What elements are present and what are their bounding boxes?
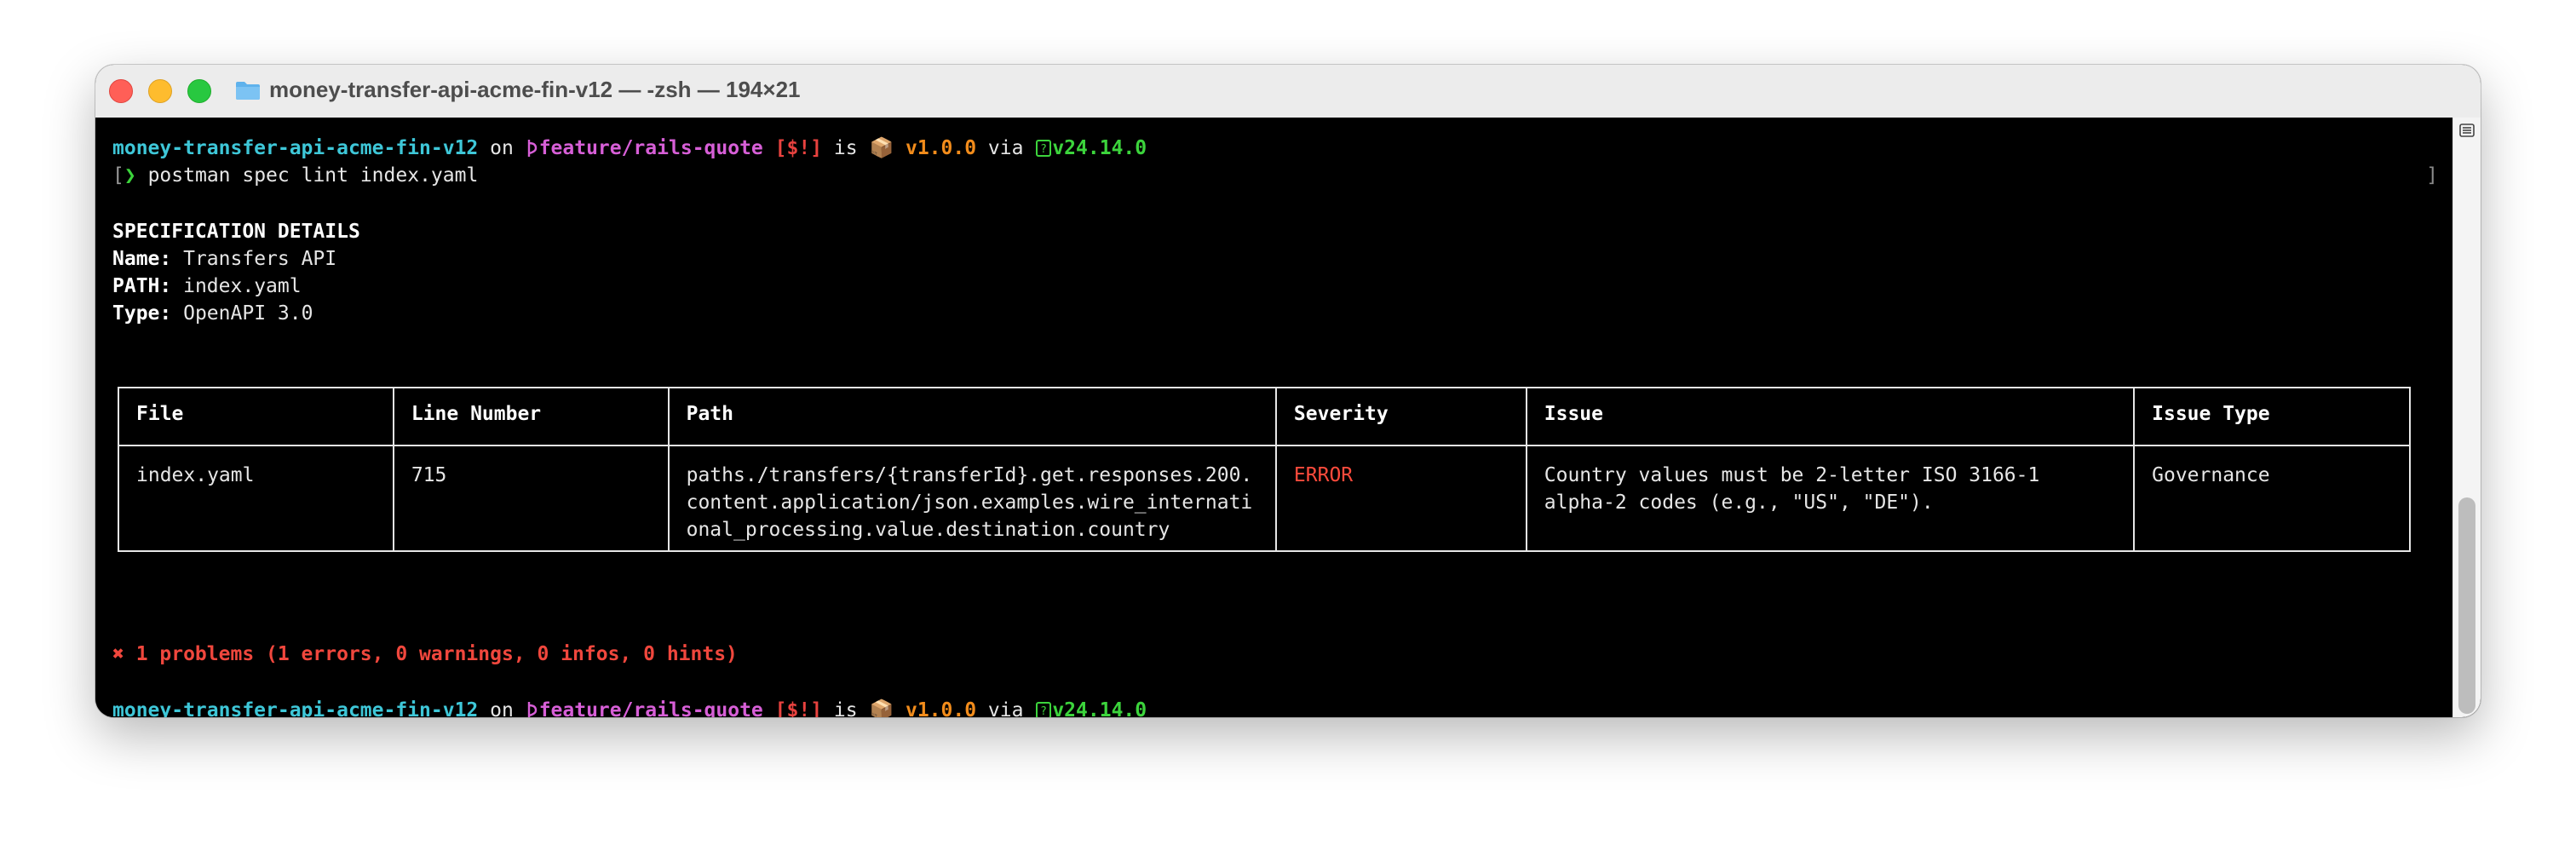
cell-path: paths./transfers/{transferId}.get.respon… — [667, 445, 1277, 552]
folder-icon — [236, 82, 260, 100]
prompt-via: via — [987, 699, 1024, 717]
terminal-content[interactable]: money-transfer-api-acme-fin-v12 on featu… — [95, 118, 2481, 717]
command-bracket-left: [ — [112, 164, 124, 187]
column-header-path: Path — [667, 387, 1277, 446]
close-button[interactable] — [109, 79, 133, 103]
svg-text:?: ? — [1040, 143, 1047, 156]
prompt-chevron: ❯ — [124, 164, 136, 187]
minimize-button[interactable] — [148, 79, 172, 103]
prompt-is: is — [833, 137, 858, 159]
prompt-on: on — [490, 699, 514, 717]
table-row: index.yaml 715 paths./transfers/{transfe… — [118, 445, 2411, 552]
scrollbar-thumb[interactable] — [2458, 497, 2475, 714]
command-text: postman spec lint index.yaml — [147, 164, 479, 187]
prompt-via: via — [987, 137, 1024, 159]
command-bracket-right: ] — [2426, 164, 2438, 187]
prompt-package-version: v1.0.0 — [905, 137, 977, 159]
column-header-file: File — [118, 387, 394, 446]
spec-heading: SPECIFICATION DETAILS — [112, 221, 360, 243]
vertical-scrollbar[interactable] — [2452, 118, 2481, 717]
title-bar[interactable]: money-transfer-api-acme-fin-v12 — -zsh —… — [95, 65, 2481, 118]
spec-type-label: Type: — [112, 302, 172, 325]
git-branch-icon — [527, 702, 537, 717]
command-line: [❯ postman spec lint index.yaml — [112, 162, 478, 189]
prompt-branch: feature/rails-quote — [538, 137, 763, 159]
cell-line-number: 715 — [392, 445, 670, 552]
nodejs-icon: ? — [1036, 702, 1052, 717]
git-branch-icon — [527, 140, 537, 157]
column-header-severity: Severity — [1274, 387, 1527, 446]
window-title: money-transfer-api-acme-fin-v12 — -zsh —… — [269, 77, 801, 102]
lint-results-table: File Line Number Path Severity Issue Iss… — [118, 387, 2411, 552]
prompt-line: money-transfer-api-acme-fin-v12 on featu… — [112, 135, 1147, 162]
problems-summary: ✖ 1 problems (1 errors, 0 warnings, 0 in… — [112, 643, 738, 665]
prompt-package-version: v1.0.0 — [905, 699, 977, 717]
prompt-branch: feature/rails-quote — [538, 699, 763, 717]
column-header-issue: Issue — [1525, 387, 2136, 446]
zoom-button[interactable] — [187, 79, 211, 103]
column-header-issue-type: Issue Type — [2133, 387, 2411, 446]
scrollbar-menu-icon[interactable] — [2459, 123, 2475, 138]
cell-file: index.yaml — [118, 445, 394, 552]
prompt-on: on — [490, 137, 514, 159]
prompt-node-version: v24.14.0 — [1052, 699, 1147, 717]
column-header-line-number: Line Number — [392, 387, 670, 446]
spec-type-row: Type: OpenAPI 3.0 — [112, 300, 313, 327]
prompt-directory: money-transfer-api-acme-fin-v12 — [112, 137, 479, 159]
prompt-line: money-transfer-api-acme-fin-v12 on featu… — [112, 697, 1147, 717]
spec-path-label: PATH: — [112, 275, 172, 297]
prompt-directory: money-transfer-api-acme-fin-v12 — [112, 699, 479, 717]
cell-severity: ERROR — [1274, 445, 1527, 552]
nodejs-icon: ? — [1036, 140, 1052, 157]
spec-type-value: OpenAPI 3.0 — [183, 302, 313, 325]
table-header-row: File Line Number Path Severity Issue Iss… — [118, 387, 2411, 446]
package-icon: 📦 — [869, 137, 894, 159]
prompt-git-status: [$!] — [774, 699, 823, 717]
prompt-node-version: v24.14.0 — [1052, 137, 1147, 159]
spec-name-label: Name: — [112, 248, 172, 270]
cell-issue: Country values must be 2-letter ISO 3166… — [1525, 445, 2136, 552]
cell-issue-type: Governance — [2133, 445, 2411, 552]
package-icon: 📦 — [869, 699, 894, 717]
terminal-window: money-transfer-api-acme-fin-v12 — -zsh —… — [95, 65, 2481, 717]
svg-text:?: ? — [1040, 705, 1047, 717]
prompt-git-status: [$!] — [774, 137, 823, 159]
spec-path-value: index.yaml — [183, 275, 302, 297]
spec-name-row: Name: Transfers API — [112, 245, 336, 273]
prompt-is: is — [833, 699, 858, 717]
spec-name-value: Transfers API — [183, 248, 337, 270]
spec-path-row: PATH: index.yaml — [112, 273, 302, 300]
